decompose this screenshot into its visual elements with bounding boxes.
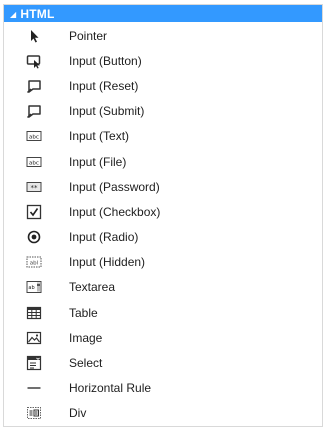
svg-text:abl: abl — [30, 261, 39, 267]
toolbox-item-label: Input (Checkbox) — [69, 204, 161, 219]
input-file-icon: abc — [24, 152, 44, 172]
textarea-icon: ab — [24, 277, 44, 297]
toolbox-item-input-button[interactable]: Input (Button) — [4, 48, 322, 73]
horizontal-rule-icon — [24, 378, 44, 398]
toolbox-item-label: Input (File) — [69, 154, 127, 169]
section-title: HTML — [20, 6, 55, 21]
input-hidden-icon: abl — [24, 252, 44, 272]
toolbox-item-pointer[interactable]: Pointer — [4, 23, 322, 48]
toolbox-item-label: Textarea — [69, 280, 116, 295]
input-button-icon — [24, 51, 44, 71]
svg-text:abc: abc — [29, 135, 39, 141]
toolbox-item-horizontal-rule[interactable]: Horizontal Rule — [4, 376, 322, 401]
toolbox-item-input-checkbox[interactable]: Input (Checkbox) — [4, 199, 322, 224]
toolbox-item-label: Input (Radio) — [69, 230, 139, 245]
toolbox-item-select[interactable]: Select — [4, 350, 322, 375]
toolbox-item-label: Input (Reset) — [69, 78, 139, 93]
svg-text:**: ** — [31, 184, 39, 192]
toolbox-item-input-radio[interactable]: Input (Radio) — [4, 225, 322, 250]
toolbox-item-input-reset[interactable]: Input (Reset) — [4, 73, 322, 98]
toolbox-item-label: Input (Text) — [69, 129, 130, 144]
toolbox-item-input-hidden[interactable]: abl Input (Hidden) — [4, 250, 322, 275]
toolbox-item-input-file[interactable]: abc Input (File) — [4, 149, 322, 174]
toolbox-panel: ◢ HTML Pointer Input (Button) Input (Res… — [3, 4, 323, 427]
toolbox-item-div[interactable]: Div — [4, 401, 322, 426]
toolbox-item-label: Input (Submit) — [69, 104, 145, 119]
select-icon — [24, 353, 44, 373]
toolbox-item-label: Pointer — [69, 28, 108, 43]
toolbox-item-label: Table — [69, 305, 98, 320]
toolbox-item-label: Input (Button) — [69, 53, 142, 68]
html-section-header[interactable]: ◢ HTML — [4, 5, 322, 22]
toolbox-item-input-submit[interactable]: Input (Submit) — [4, 99, 322, 124]
toolbox-item-table[interactable]: Table — [4, 300, 322, 325]
input-radio-icon — [24, 227, 44, 247]
toolbox-item-label: Select — [69, 356, 103, 371]
toolbox-item-textarea[interactable]: ab Textarea — [4, 275, 322, 300]
input-password-icon: ** — [24, 177, 44, 197]
input-reset-icon — [24, 76, 44, 96]
toolbox-item-image[interactable]: Image — [4, 325, 322, 350]
toolbox-item-label: Horizontal Rule — [69, 381, 152, 396]
svg-text:ab: ab — [28, 285, 34, 291]
pointer-icon — [24, 26, 44, 46]
toolbox-item-input-password[interactable]: ** Input (Password) — [4, 174, 322, 199]
input-text-icon: abc — [24, 126, 44, 146]
input-checkbox-icon — [24, 202, 44, 222]
image-icon — [24, 328, 44, 348]
input-submit-icon — [24, 101, 44, 121]
toolbox-item-label: Div — [69, 406, 87, 421]
toolbox-item-label: Input (Hidden) — [69, 255, 146, 270]
table-icon — [24, 303, 44, 323]
toolbox-items: Pointer Input (Button) Input (Reset) Inp… — [4, 23, 322, 426]
div-icon — [24, 403, 44, 423]
toolbox-item-label: Image — [69, 330, 103, 345]
toolbox-item-label: Input (Password) — [69, 179, 160, 194]
toolbox-item-input-text[interactable]: abc Input (Text) — [4, 124, 322, 149]
svg-text:abc: abc — [29, 160, 39, 166]
collapse-triangle-icon[interactable]: ◢ — [10, 10, 16, 19]
